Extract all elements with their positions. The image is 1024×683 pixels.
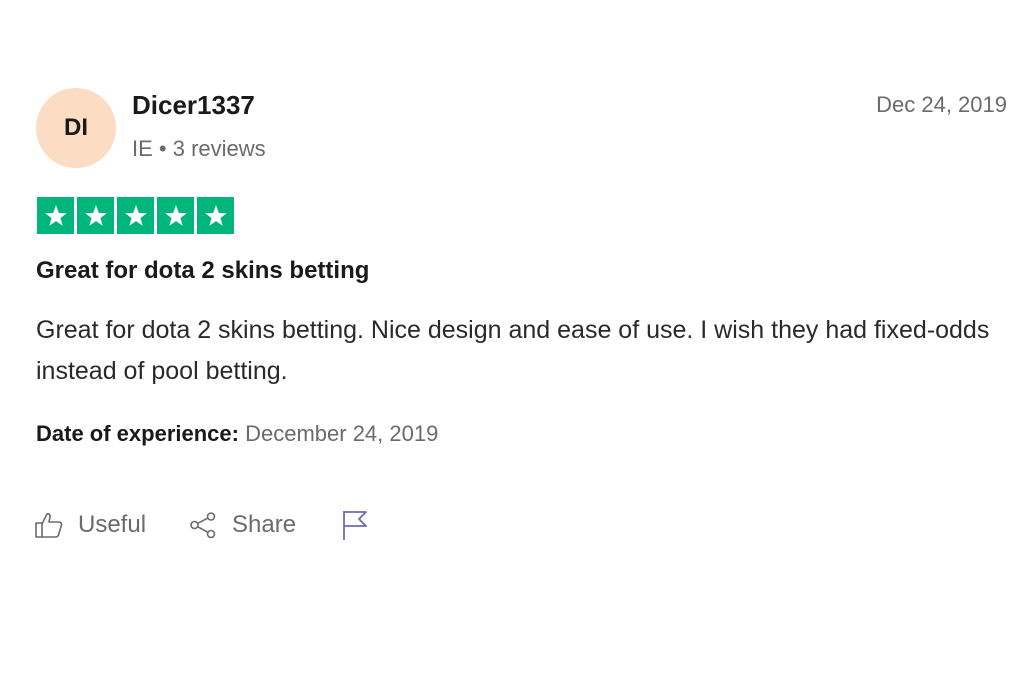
date-of-experience: Date of experience: December 24, 2019 [36,421,438,447]
star-icon [197,197,234,234]
review-card: DI Dicer1337 IE • 3 reviews Dec 24, 2019… [0,0,1024,683]
star-icon [37,197,74,234]
reviewer-review-count[interactable]: 3 reviews [173,136,266,161]
review-body: Great for dota 2 skins betting. Nice des… [36,316,990,385]
review-actions: Useful Share [34,508,370,542]
star-rating [37,197,234,234]
reviewer-name[interactable]: Dicer1337 [132,90,255,121]
useful-button[interactable]: Useful [34,510,146,540]
share-icon [188,510,218,540]
experience-date: December 24, 2019 [245,421,439,446]
avatar[interactable]: DI [36,88,116,168]
thumbs-up-icon [34,510,64,540]
star-icon [117,197,154,234]
reviewer-meta: IE • 3 reviews [132,136,266,162]
review-date: Dec 24, 2019 [876,92,1007,117]
report-button[interactable] [340,508,370,542]
flag-icon [340,508,370,542]
star-icon [77,197,114,234]
share-label: Share [232,511,297,538]
experience-label: Date of experience: [36,421,239,446]
reviewer-country: IE [132,136,153,161]
share-button[interactable]: Share [188,510,296,540]
avatar-initials: DI [64,114,88,141]
meta-separator: • [158,136,167,161]
review-title[interactable]: Great for dota 2 skins betting [36,257,369,285]
useful-label: Useful [78,511,147,538]
star-icon [157,197,194,234]
